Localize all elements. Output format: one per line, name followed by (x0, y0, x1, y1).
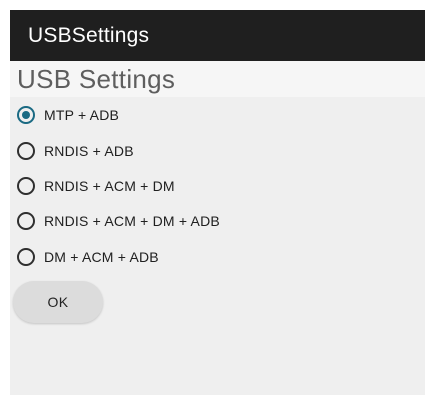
option-rndis-acm-dm-adb[interactable]: RNDIS + ACM + DM + ADB (17, 209, 220, 233)
option-label: DM + ACM + ADB (44, 249, 159, 265)
option-rndis-adb[interactable]: RNDIS + ADB (17, 139, 134, 163)
option-label: RNDIS + ADB (44, 143, 134, 159)
option-rndis-acm-dm[interactable]: RNDIS + ACM + DM (17, 174, 175, 198)
radio-button-icon[interactable] (17, 142, 35, 160)
radio-button-icon[interactable] (17, 248, 35, 266)
option-dm-acm-adb[interactable]: DM + ACM + ADB (17, 245, 159, 269)
option-label: RNDIS + ACM + DM (44, 178, 175, 194)
option-label: RNDIS + ACM + DM + ADB (44, 213, 220, 229)
app-title: USBSettings (28, 23, 150, 47)
usb-settings-screen: USBSettings USB Settings MTP + ADB RNDIS… (10, 10, 425, 395)
page-header: USB Settings (10, 61, 425, 97)
radio-button-icon[interactable] (17, 212, 35, 230)
option-mtp-adb[interactable]: MTP + ADB (17, 103, 119, 127)
option-label: MTP + ADB (44, 107, 120, 123)
ok-button[interactable]: OK (13, 281, 103, 323)
page-title: USB Settings (17, 64, 176, 94)
radio-button-icon[interactable] (17, 177, 35, 195)
app-bar: USBSettings (10, 10, 425, 61)
radio-button-selected-icon[interactable] (17, 106, 35, 124)
